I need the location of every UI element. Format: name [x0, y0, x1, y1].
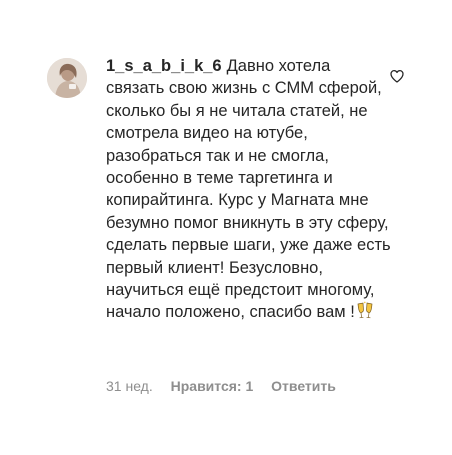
clinking-glasses-emoji: [356, 301, 374, 326]
comment: 1_s_a_b_i_k_6 Давно хотела связать свою ж…: [0, 0, 452, 455]
heart-icon[interactable]: [389, 68, 405, 84]
comment-body: 1_s_a_b_i_k_6 Давно хотела связать свою ж…: [106, 55, 391, 327]
comment-username[interactable]: 1_s_a_b_i_k_6: [106, 57, 222, 75]
comment-text: Давно хотела связать свою жизнь с СММ сф…: [106, 57, 391, 322]
likes-count[interactable]: Нравится: 1: [171, 378, 254, 394]
comment-meta: 31 нед. Нравится: 1 Ответить: [106, 378, 350, 394]
avatar[interactable]: [47, 58, 87, 98]
comment-timestamp[interactable]: 31 нед.: [106, 378, 153, 394]
reply-button[interactable]: Ответить: [271, 378, 336, 394]
